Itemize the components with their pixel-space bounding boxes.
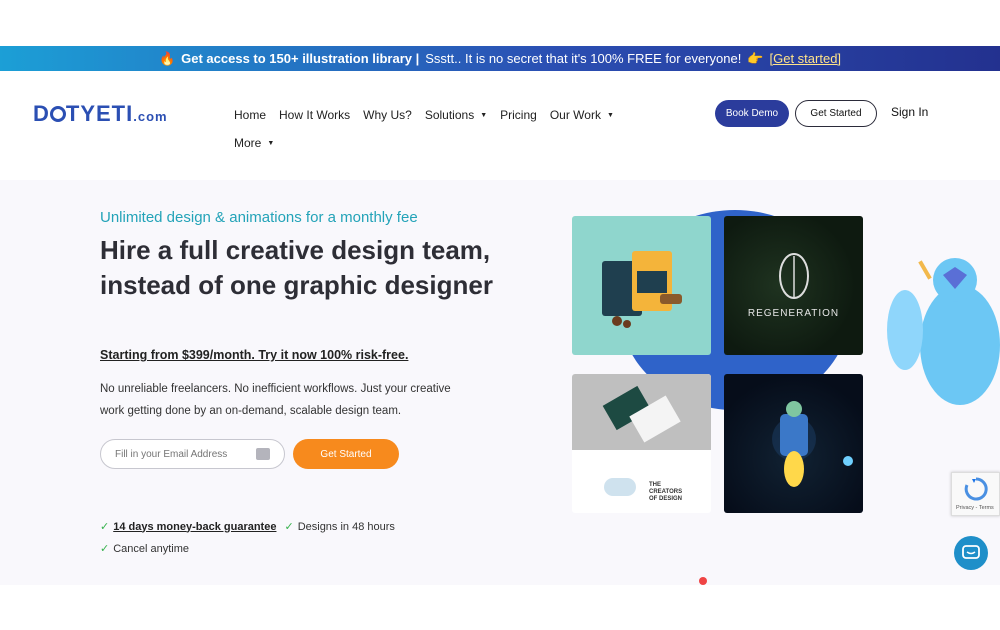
email-input[interactable] — [115, 448, 245, 460]
autofill-icon — [256, 448, 270, 460]
delivery-bullet: ✓ Designs in 48 hours — [284, 520, 395, 534]
nav-solutions-label: Solutions — [424, 108, 475, 122]
logo-eye-icon — [49, 106, 66, 122]
book-demo-button[interactable]: Book Demo — [715, 100, 789, 127]
sign-in-link[interactable]: Sign In — [891, 105, 928, 119]
recaptcha-icon — [964, 477, 988, 501]
price-line[interactable]: Starting from $399/month. Try it now 100… — [100, 348, 408, 362]
nav-our-work-label: Our Work — [549, 108, 601, 122]
promo-text: Ssstt.. It is no secret that it's 100% F… — [425, 51, 742, 66]
hero-get-started-button[interactable]: Get Started — [293, 439, 399, 469]
portfolio-tile-regeneration[interactable]: REGENERATION — [724, 216, 863, 355]
guarantee-list: ✓ 14 days money-back guarantee ✓ Designs i… — [100, 520, 395, 564]
caret-down-icon: ▼ — [267, 139, 275, 147]
nav-our-work[interactable]: Our Work ▼ — [550, 108, 614, 122]
recaptcha-privacy-terms[interactable]: Privacy - Terms — [956, 505, 994, 511]
regeneration-leaf-icon — [779, 253, 809, 299]
dotyeti-logo[interactable]: D TYETI.com — [33, 101, 168, 127]
portfolio-tile-packaging[interactable] — [572, 216, 711, 355]
cancel-bullet: ✓ Cancel anytime — [100, 542, 190, 556]
nav-more[interactable]: More ▼ — [234, 136, 274, 150]
packaging-image — [602, 251, 682, 328]
nav-why-us-label: Why Us? — [363, 108, 412, 122]
portfolio-tile-rocket-character[interactable] — [724, 374, 863, 513]
logo-letter-d: D — [33, 101, 50, 126]
logo-wordmark: TYETI — [65, 101, 134, 126]
business-cards-image — [572, 374, 711, 496]
chat-icon — [962, 545, 980, 559]
nav-home-label: Home — [234, 108, 267, 122]
check-icon: ✓ — [100, 543, 110, 555]
hero-tagline: Unlimited design & animations for a mont… — [100, 209, 418, 226]
nav-why-us[interactable]: Why Us? — [363, 108, 412, 122]
email-field[interactable] — [100, 439, 285, 469]
caret-down-icon: ▼ — [480, 111, 488, 119]
delivery-text: Designs in 48 hours — [297, 520, 395, 533]
money-back-text: 14 days money-back guarantee — [113, 520, 277, 533]
promo-banner: 🔥 Get access to 150+ illustration librar… — [0, 46, 1000, 71]
money-back-bullet[interactable]: ✓ 14 days money-back guarantee — [100, 520, 277, 534]
logo-com: .com — [133, 109, 168, 124]
top-spacer — [0, 0, 1000, 46]
nav-how-it-works[interactable]: How It Works — [279, 108, 350, 122]
nav-how-it-works-label: How It Works — [279, 108, 351, 122]
regeneration-label: REGENERATION — [747, 308, 840, 319]
nav-pricing[interactable]: Pricing — [500, 108, 537, 122]
recaptcha-badge[interactable]: Privacy - Terms — [951, 472, 1000, 516]
chat-launcher-button[interactable] — [954, 536, 988, 570]
rocket-character-image — [772, 401, 853, 487]
nav-pricing-label: Pricing — [500, 108, 537, 122]
promo-bold-text: Get access to 150+ illustration library … — [181, 51, 420, 66]
hero-headline: Hire a full creative design team, instea… — [100, 235, 493, 300]
check-icon: ✓ — [284, 521, 294, 533]
cancel-text: Cancel anytime — [113, 542, 190, 555]
hero-description: No unreliable freelancers. No inefficien… — [100, 383, 451, 417]
notification-dot — [699, 577, 707, 585]
nav-home[interactable]: Home — [234, 108, 266, 122]
caret-down-icon: ▼ — [606, 111, 614, 119]
creators-of-design-label: THE CREATORS OF DESIGN — [649, 482, 683, 502]
main-nav: Home How It Works Why Us? Solutions ▼ Pri… — [234, 108, 634, 150]
nav-solutions[interactable]: Solutions ▼ — [425, 108, 487, 122]
promo-get-started-link[interactable]: [Get started] — [770, 51, 842, 66]
yeti-mascot-image — [887, 258, 1000, 405]
fire-icon: 🔥 — [158, 50, 176, 66]
nav-more-label: More — [234, 136, 262, 150]
check-icon: ✓ — [100, 521, 110, 533]
header-get-started-button[interactable]: Get Started — [795, 100, 877, 127]
pointing-hand-icon: 👉 — [747, 50, 764, 66]
portfolio-tile-business-cards[interactable]: THE CREATORS OF DESIGN — [572, 374, 711, 513]
